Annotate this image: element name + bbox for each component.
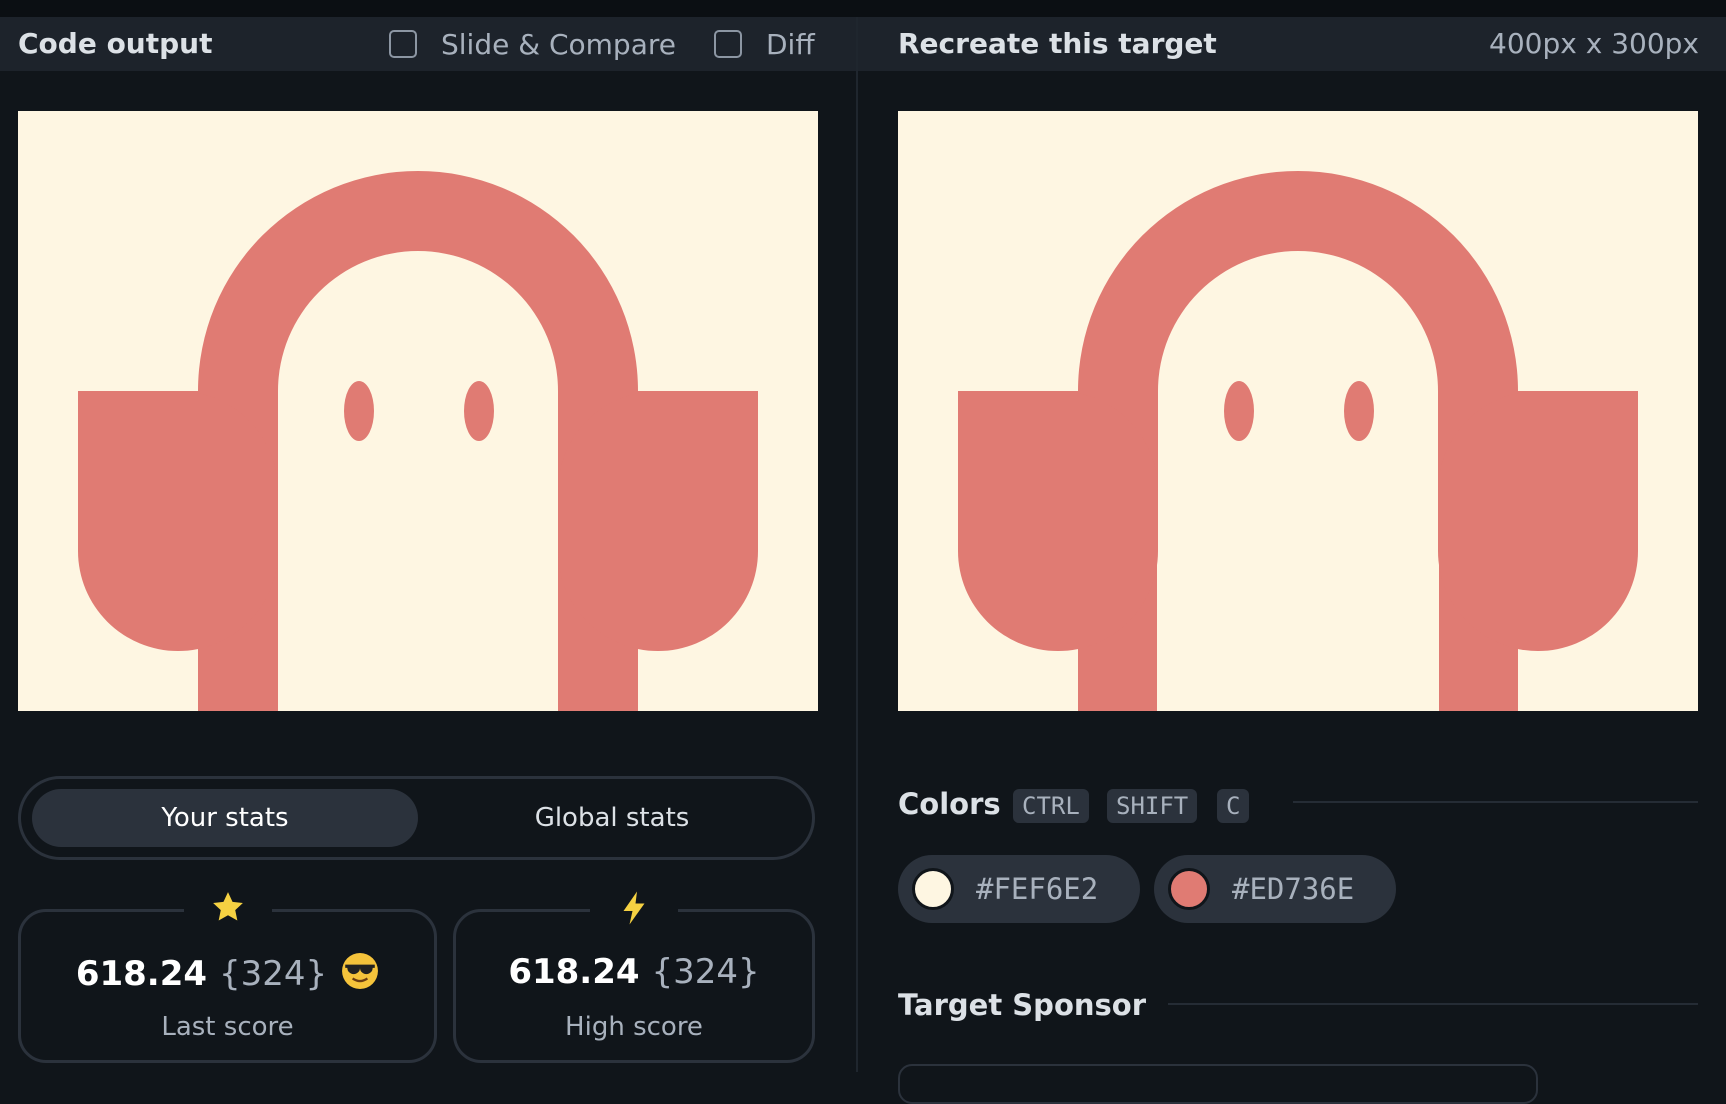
slide-compare-checkbox[interactable] — [389, 30, 417, 58]
high-score-card: 618.24 {324} High score — [453, 890, 815, 1063]
high-score-value: 618.24 — [508, 952, 640, 992]
sponsor-box[interactable] — [898, 1064, 1538, 1104]
colors-divider — [1293, 801, 1698, 803]
last-score-line: 618.24 {324} — [21, 952, 434, 999]
swatch-dot — [912, 868, 954, 910]
target-headphones-graphic — [958, 171, 1638, 711]
last-score-card: 618.24 {324} Last score — [18, 890, 437, 1063]
output-headphones-graphic — [78, 171, 758, 711]
star-icon — [183, 890, 272, 930]
target-header: Recreate this target 400px x 300px — [858, 17, 1726, 71]
output-canvas[interactable] — [18, 111, 818, 711]
diff-toggle[interactable]: Diff — [714, 17, 815, 71]
kbd-ctrl: CTRL — [1013, 789, 1089, 823]
kbd-c: C — [1217, 789, 1250, 823]
sponsor-divider — [1168, 1003, 1698, 1005]
swatch-hex: #ED736E — [1232, 872, 1355, 906]
high-score-label: High score — [565, 1012, 703, 1042]
swatch-hex: #FEF6E2 — [976, 872, 1099, 906]
target-left-earcup-corner — [958, 391, 1078, 521]
tab-your-stats[interactable]: Your stats — [32, 789, 418, 847]
target-right-eye-shape — [1344, 381, 1374, 441]
lower-mask — [278, 671, 558, 711]
code-output-title: Code output — [18, 27, 213, 60]
target-lower-mask — [1157, 531, 1439, 711]
code-output-header: Code output Slide & Compare Diff — [0, 17, 857, 71]
color-swatch-cream[interactable]: #FEF6E2 — [898, 855, 1140, 923]
lightning-icon-glyph — [623, 891, 645, 925]
target-title: Recreate this target — [898, 27, 1217, 60]
target-dimensions: 400px x 300px — [1489, 27, 1699, 60]
color-swatch-coral[interactable]: #ED736E — [1154, 855, 1396, 923]
target-right-earcup-corner — [1518, 391, 1638, 521]
last-score-label: Last score — [161, 1012, 294, 1042]
target-left-eye-shape — [1224, 381, 1254, 441]
right-earcup-corner — [638, 391, 758, 521]
last-score-value: 618.24 — [75, 954, 208, 994]
left-earcup-corner — [78, 391, 198, 521]
diff-checkbox[interactable] — [714, 30, 742, 58]
high-score-line: 618.24 {324} — [456, 952, 812, 992]
swatch-dot — [1168, 868, 1210, 910]
star-icon-glyph — [212, 892, 243, 921]
tab-global-stats[interactable]: Global stats — [419, 789, 805, 847]
stats-tabs: Your stats Global stats — [18, 776, 815, 860]
sunglasses-emoji-icon — [341, 952, 379, 999]
target-panel: Recreate this target 400px x 300px Color… — [858, 17, 1726, 1104]
code-output-panel: Code output Slide & Compare Diff Your st… — [0, 17, 857, 1072]
top-strip — [0, 0, 1726, 17]
sponsor-title: Target Sponsor — [898, 988, 1147, 1022]
target-canvas — [898, 111, 1698, 711]
slide-compare-toggle[interactable]: Slide & Compare — [389, 17, 676, 71]
last-score-rank: {324} — [219, 954, 328, 994]
colors-title: Colors — [898, 787, 1001, 821]
left-eye-shape — [344, 381, 374, 441]
high-score-rank: {324} — [651, 952, 760, 992]
right-eye-shape — [464, 381, 494, 441]
lightning-icon — [590, 890, 678, 930]
diff-label: Diff — [766, 27, 815, 61]
slide-compare-label: Slide & Compare — [441, 27, 676, 61]
kbd-shift: SHIFT — [1107, 789, 1198, 823]
